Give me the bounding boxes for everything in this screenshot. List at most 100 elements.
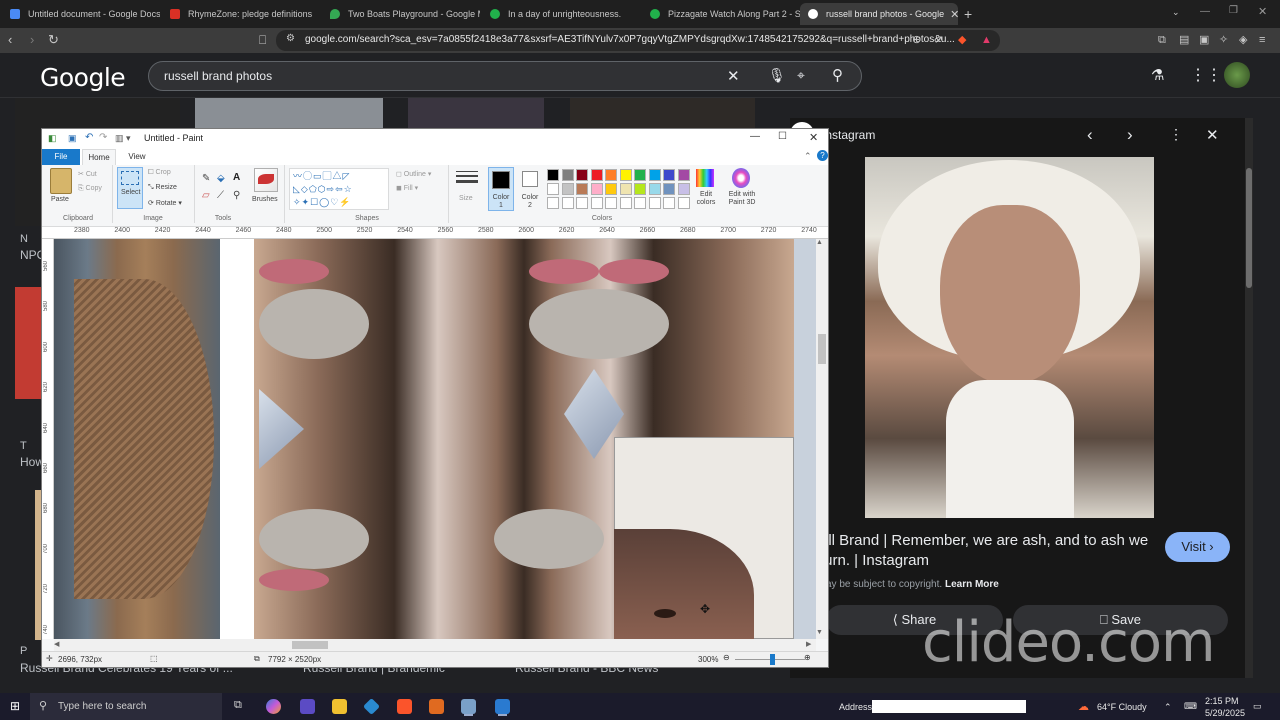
palette-swatch-empty[interactable] (619, 197, 632, 209)
vscode-icon[interactable] (363, 698, 380, 715)
wallet-icon[interactable]: ▣ (1199, 32, 1209, 48)
text-tool-icon[interactable]: A (233, 172, 240, 183)
scrollbar-thumb[interactable] (1246, 168, 1252, 288)
palette-swatch[interactable] (677, 169, 690, 181)
notifications-icon[interactable]: ▭ (1253, 701, 1262, 712)
site-info-icon[interactable]: ⚙ (286, 33, 295, 44)
file-tab[interactable]: File (42, 149, 80, 165)
zoom-out-icon[interactable]: ⊖ (723, 653, 730, 662)
palette-swatch-empty[interactable] (648, 197, 661, 209)
lens-icon[interactable]: ⌖ (797, 67, 805, 84)
clear-search-icon[interactable]: ✕ (727, 67, 740, 85)
back-icon[interactable]: ‹ (8, 32, 12, 48)
quick-save-icon[interactable]: ▣ (68, 133, 77, 144)
brave-shields-icon[interactable]: ◆ (958, 32, 966, 48)
redo-icon[interactable]: ↷ (99, 132, 107, 143)
window-close-icon[interactable]: ✕ (1258, 5, 1267, 18)
palette-swatch[interactable] (648, 183, 661, 195)
new-tab-button[interactable]: + (964, 6, 972, 22)
palette-swatch[interactable] (619, 183, 632, 195)
palette-swatch-empty[interactable] (576, 197, 588, 209)
palette-swatch[interactable] (677, 183, 690, 195)
palette-swatch[interactable] (663, 169, 675, 181)
menu-icon[interactable]: ≡ (1259, 32, 1265, 48)
browser-tab-rhymezone[interactable]: RhymeZone: pledge definitions (162, 3, 320, 25)
share-url-icon[interactable]: ↗ (934, 32, 943, 48)
scrollbar-thumb[interactable] (818, 334, 826, 364)
zoom-icon[interactable]: ⊕ (912, 32, 921, 48)
panel-scrollbar[interactable] (1245, 118, 1253, 678)
google-logo[interactable]: Google (40, 63, 126, 92)
palette-swatch-empty[interactable] (590, 197, 603, 209)
canvas-horizontal-scrollbar[interactable]: ◀ ▶ (54, 639, 816, 651)
copilot-icon[interactable] (266, 699, 281, 714)
paint-taskbar-icon[interactable] (461, 699, 476, 714)
taskbar-search[interactable]: ⚲ Type here to search (30, 693, 222, 720)
palette-swatch-empty[interactable] (663, 197, 675, 209)
help-icon[interactable]: ? (817, 150, 828, 161)
brave-browser-icon[interactable] (397, 699, 412, 714)
forward-icon[interactable]: › (30, 32, 34, 48)
zoom-in-icon[interactable]: ⊕ (804, 653, 811, 662)
sidebar-icon[interactable]: ▤ (1179, 32, 1189, 48)
view-tab[interactable]: View (120, 149, 154, 165)
palette-swatch[interactable] (634, 169, 646, 181)
palette-swatch[interactable] (619, 169, 632, 181)
home-tab[interactable]: Home (82, 149, 116, 165)
brush-icon[interactable] (254, 168, 278, 192)
palette-swatch-empty[interactable] (605, 197, 617, 209)
leo-icon[interactable]: ✧ (1219, 32, 1228, 48)
copy-button[interactable]: ⎘ Copy (78, 185, 102, 193)
panel-title[interactable]: ell Brand | Remember, we are ash, and to… (820, 531, 1160, 571)
task-view-icon[interactable]: ⧉ (234, 699, 249, 714)
search-input[interactable]: russell brand photos (164, 69, 272, 83)
tab-search-chevron-icon[interactable]: ⌄ (1172, 7, 1180, 18)
brushes-button[interactable]: Brushes (252, 196, 278, 203)
palette-swatch[interactable] (634, 183, 646, 195)
paint-canvas-area[interactable]: ✥ (54, 239, 816, 639)
avatar[interactable] (1224, 62, 1250, 88)
clock-date[interactable]: 5/29/2025 (1205, 708, 1245, 718)
minimize-icon[interactable]: — (1200, 6, 1210, 17)
reload-icon[interactable]: ↻ (48, 32, 59, 48)
visit-button[interactable]: Visit › (1165, 532, 1230, 562)
result-thumbnail[interactable] (570, 98, 755, 128)
outline-button[interactable]: ◻ Outline ▾ (396, 170, 431, 178)
result-thumbnail[interactable] (195, 98, 383, 128)
palette-swatch[interactable] (648, 169, 661, 181)
paint-maximize-icon[interactable]: ☐ (778, 131, 787, 142)
keyboard-icon[interactable]: ⌨ (1184, 701, 1197, 712)
palette-swatch[interactable] (605, 183, 617, 195)
close-tab-icon[interactable]: ✕ (944, 8, 958, 21)
url-field[interactable]: ⚙ google.com/search?sca_esv=7a0855f2418e… (276, 30, 1000, 51)
vpn-icon[interactable]: ◈ (1239, 32, 1247, 48)
brave-rewards-icon[interactable]: ▲ (981, 32, 992, 48)
palette-swatch[interactable] (561, 183, 574, 195)
palette-swatch-empty[interactable] (677, 197, 690, 209)
paint-titlebar[interactable]: ◧ ▣ ↶ ↷ ▥ ▾ Untitled - Paint — ☐ ✕ (42, 129, 828, 149)
magnifier-icon[interactable]: ⚲ (233, 190, 240, 201)
file-explorer-icon[interactable] (332, 699, 347, 714)
palette-swatch-empty[interactable] (561, 197, 574, 209)
panel-source[interactable]: Instagram (822, 128, 875, 142)
scrollbar-thumb[interactable] (292, 641, 328, 649)
clock-time[interactable]: 2:15 PM (1205, 696, 1239, 706)
color-picker-icon[interactable]: ⟋ (217, 190, 224, 201)
labs-icon[interactable]: ⚗ (1151, 66, 1164, 84)
paint-minimize-icon[interactable]: — (750, 131, 760, 142)
paste-icon[interactable] (50, 168, 72, 194)
apps-grid-icon[interactable]: ⋮⋮ (1190, 65, 1222, 85)
collapse-ribbon-icon[interactable]: ⌃ (804, 151, 812, 162)
weather-text[interactable]: 64°F Cloudy (1097, 702, 1147, 712)
palette-swatch[interactable] (663, 183, 675, 195)
palette-swatch[interactable] (561, 169, 574, 181)
resize-button[interactable]: ⤡ Resize (148, 184, 177, 192)
result-thumbnail[interactable] (15, 287, 43, 399)
more-options-icon[interactable]: ⋮ (1169, 126, 1183, 143)
next-image-icon[interactable]: › (1127, 125, 1133, 145)
customize-toolbar-icon[interactable]: ▥ ▾ (115, 133, 131, 144)
voice-search-icon[interactable]: 🎙 (768, 67, 786, 84)
paint-close-icon[interactable]: ✕ (809, 131, 818, 144)
browser-tab-maps[interactable]: Two Boats Playground - Google Ma (322, 3, 480, 25)
palette-swatch-empty[interactable] (547, 197, 559, 209)
